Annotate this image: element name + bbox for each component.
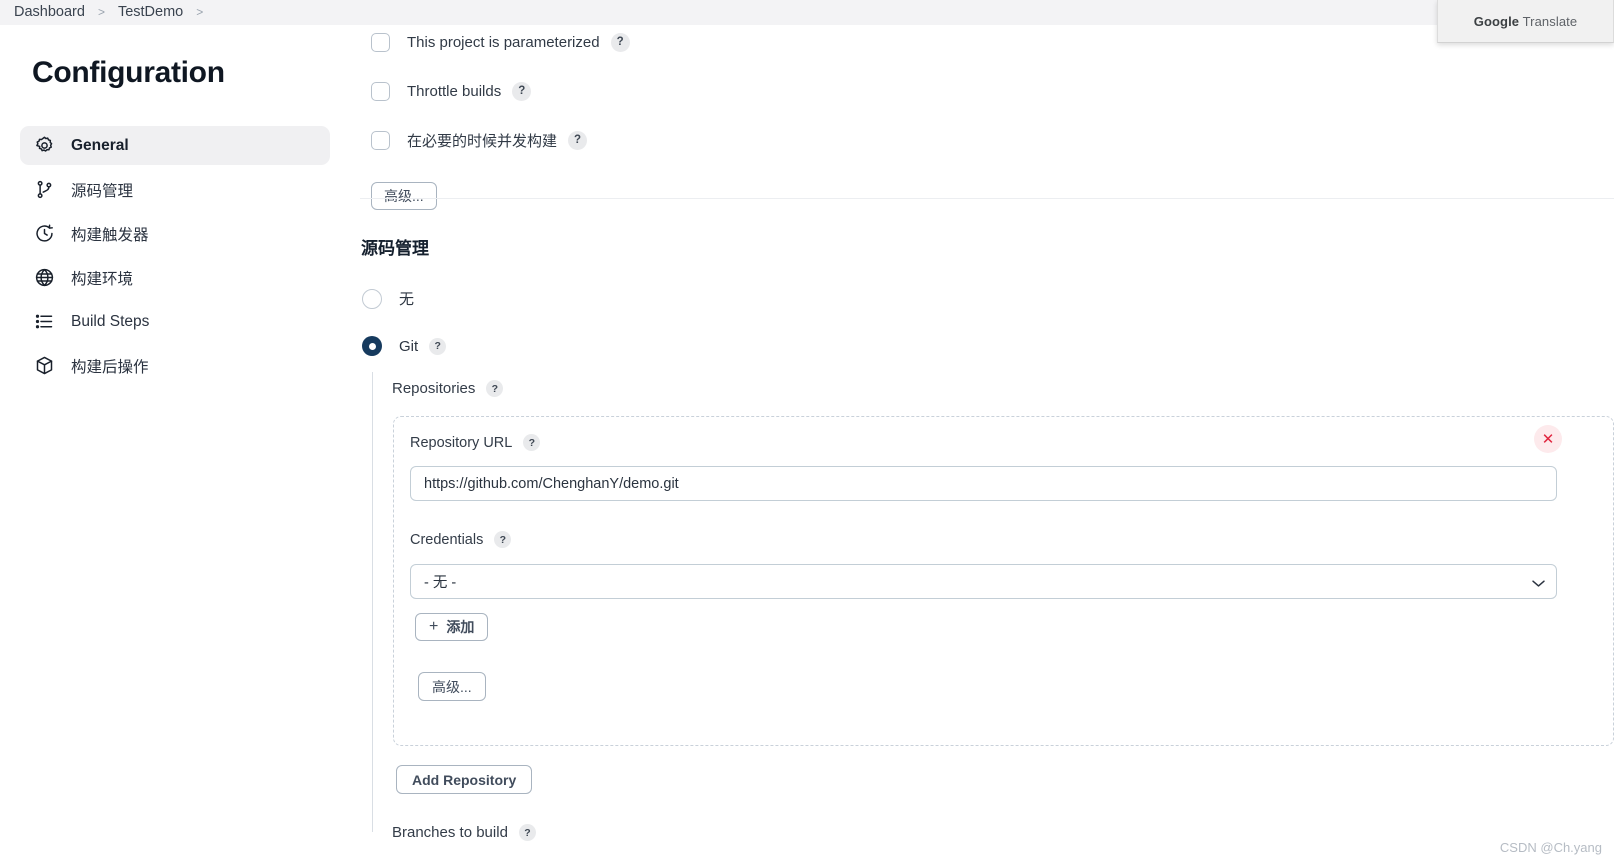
radio-label: Git (399, 337, 419, 355)
sidebar-item-label: 构建触发器 (71, 226, 149, 244)
page-root: Dashboard > TestDemo > Google Translate … (0, 0, 1614, 863)
radio-row-none: 无 (362, 288, 414, 309)
add-credentials-label: 添加 (446, 619, 475, 635)
credentials-select-wrap (410, 564, 1557, 599)
add-credentials-button[interactable]: + 添加 (415, 613, 489, 641)
repositories-row: Repositories ? (392, 380, 504, 397)
package-icon (32, 354, 56, 378)
general-advanced-button[interactable]: 高级... (371, 182, 437, 210)
breadcrumb-separator-icon-2: > (196, 5, 204, 19)
checkbox-concurrent-builds[interactable] (371, 130, 390, 150)
google-translate-brand: Google (1473, 13, 1520, 29)
help-icon[interactable]: ? (486, 380, 504, 397)
breadcrumb-item-dashboard[interactable]: Dashboard (14, 0, 85, 25)
section-divider (360, 198, 1614, 199)
google-translate-word: Translate (1519, 13, 1578, 29)
sidebar-item-label: 构建环境 (71, 270, 134, 288)
nesting-guide-line (372, 372, 373, 832)
help-icon[interactable]: ? (568, 130, 588, 150)
help-icon[interactable]: ? (494, 531, 512, 548)
list-icon (32, 310, 56, 334)
remove-repository-button[interactable]: ✕ (1534, 425, 1562, 453)
checkbox-label: Throttle builds (407, 82, 502, 100)
sidebar-item-general[interactable]: General (20, 126, 330, 165)
radio-scm-git[interactable] (362, 336, 382, 356)
sidebar-item-label: 构建后操作 (71, 358, 149, 376)
help-icon[interactable]: ? (518, 824, 536, 841)
gear-icon (32, 134, 56, 158)
help-icon[interactable]: ? (523, 434, 541, 451)
repository-url-field-wrap (410, 466, 1557, 501)
sidebar-item-build-environment[interactable]: 构建环境 (20, 258, 330, 297)
google-translate-label: Google Translate (1474, 14, 1577, 29)
breadcrumb: Dashboard > TestDemo > (0, 0, 1614, 25)
git-branch-icon (32, 178, 56, 202)
radio-label: 无 (399, 291, 415, 308)
credentials-select[interactable] (410, 564, 1557, 599)
scm-section-title: 源码管理 (361, 239, 429, 258)
help-icon[interactable]: ? (512, 81, 532, 101)
sidebar-item-label: 源码管理 (71, 182, 134, 200)
checkbox-throttle-builds[interactable] (371, 81, 390, 101)
radio-scm-none[interactable] (362, 288, 382, 309)
repository-url-label: Repository URL (410, 434, 513, 451)
credentials-label: Credentials (410, 531, 484, 548)
help-icon[interactable]: ? (429, 337, 447, 355)
branches-to-build-row: Branches to build ? (392, 824, 536, 841)
checkbox-row-parameterized: This project is parameterized ? (371, 31, 1271, 53)
sidebar-item-build-steps[interactable]: Build Steps (20, 302, 330, 341)
sidebar-item-label: General (71, 136, 129, 154)
repositories-label: Repositories (392, 380, 476, 397)
repository-url-input[interactable] (410, 466, 1557, 501)
help-icon[interactable]: ? (610, 32, 630, 52)
globe-icon (32, 266, 56, 290)
checkbox-parameterized[interactable] (371, 32, 390, 52)
page-title: Configuration (32, 56, 225, 89)
sidebar-item-scm[interactable]: 源码管理 (20, 170, 330, 209)
clock-icon (32, 222, 56, 246)
credentials-label-row: Credentials ? (410, 531, 512, 548)
repository-advanced-button[interactable]: 高级... (418, 672, 486, 701)
breadcrumb-separator-icon: > (97, 5, 105, 19)
sidebar: General 源码管理 构建触发器 构建环境 Build Steps 构建后操… (20, 126, 330, 390)
checkbox-label: 在必要的时候并发构建 (407, 132, 558, 150)
checkbox-row-concurrent-builds: 在必要的时候并发构建 ? (371, 129, 1271, 151)
sidebar-item-build-triggers[interactable]: 构建触发器 (20, 214, 330, 253)
sidebar-item-label: Build Steps (71, 312, 150, 330)
plus-icon: + (429, 618, 439, 635)
google-translate-popup[interactable]: Google Translate (1437, 0, 1614, 43)
sidebar-item-post-build-actions[interactable]: 构建后操作 (20, 346, 330, 385)
checkbox-label: This project is parameterized (407, 33, 600, 51)
add-repository-button[interactable]: Add Repository (396, 765, 533, 794)
general-options: This project is parameterized ? Throttle… (371, 31, 1271, 210)
radio-row-git: Git ? (362, 336, 447, 356)
breadcrumb-item-testdemo[interactable]: TestDemo (118, 0, 183, 25)
close-icon: ✕ (1541, 430, 1555, 448)
branches-to-build-label: Branches to build (392, 824, 508, 841)
checkbox-row-throttle-builds: Throttle builds ? (371, 80, 1271, 102)
watermark: CSDN @Ch.yang (1499, 840, 1602, 855)
repository-url-label-row: Repository URL ? (410, 434, 541, 451)
